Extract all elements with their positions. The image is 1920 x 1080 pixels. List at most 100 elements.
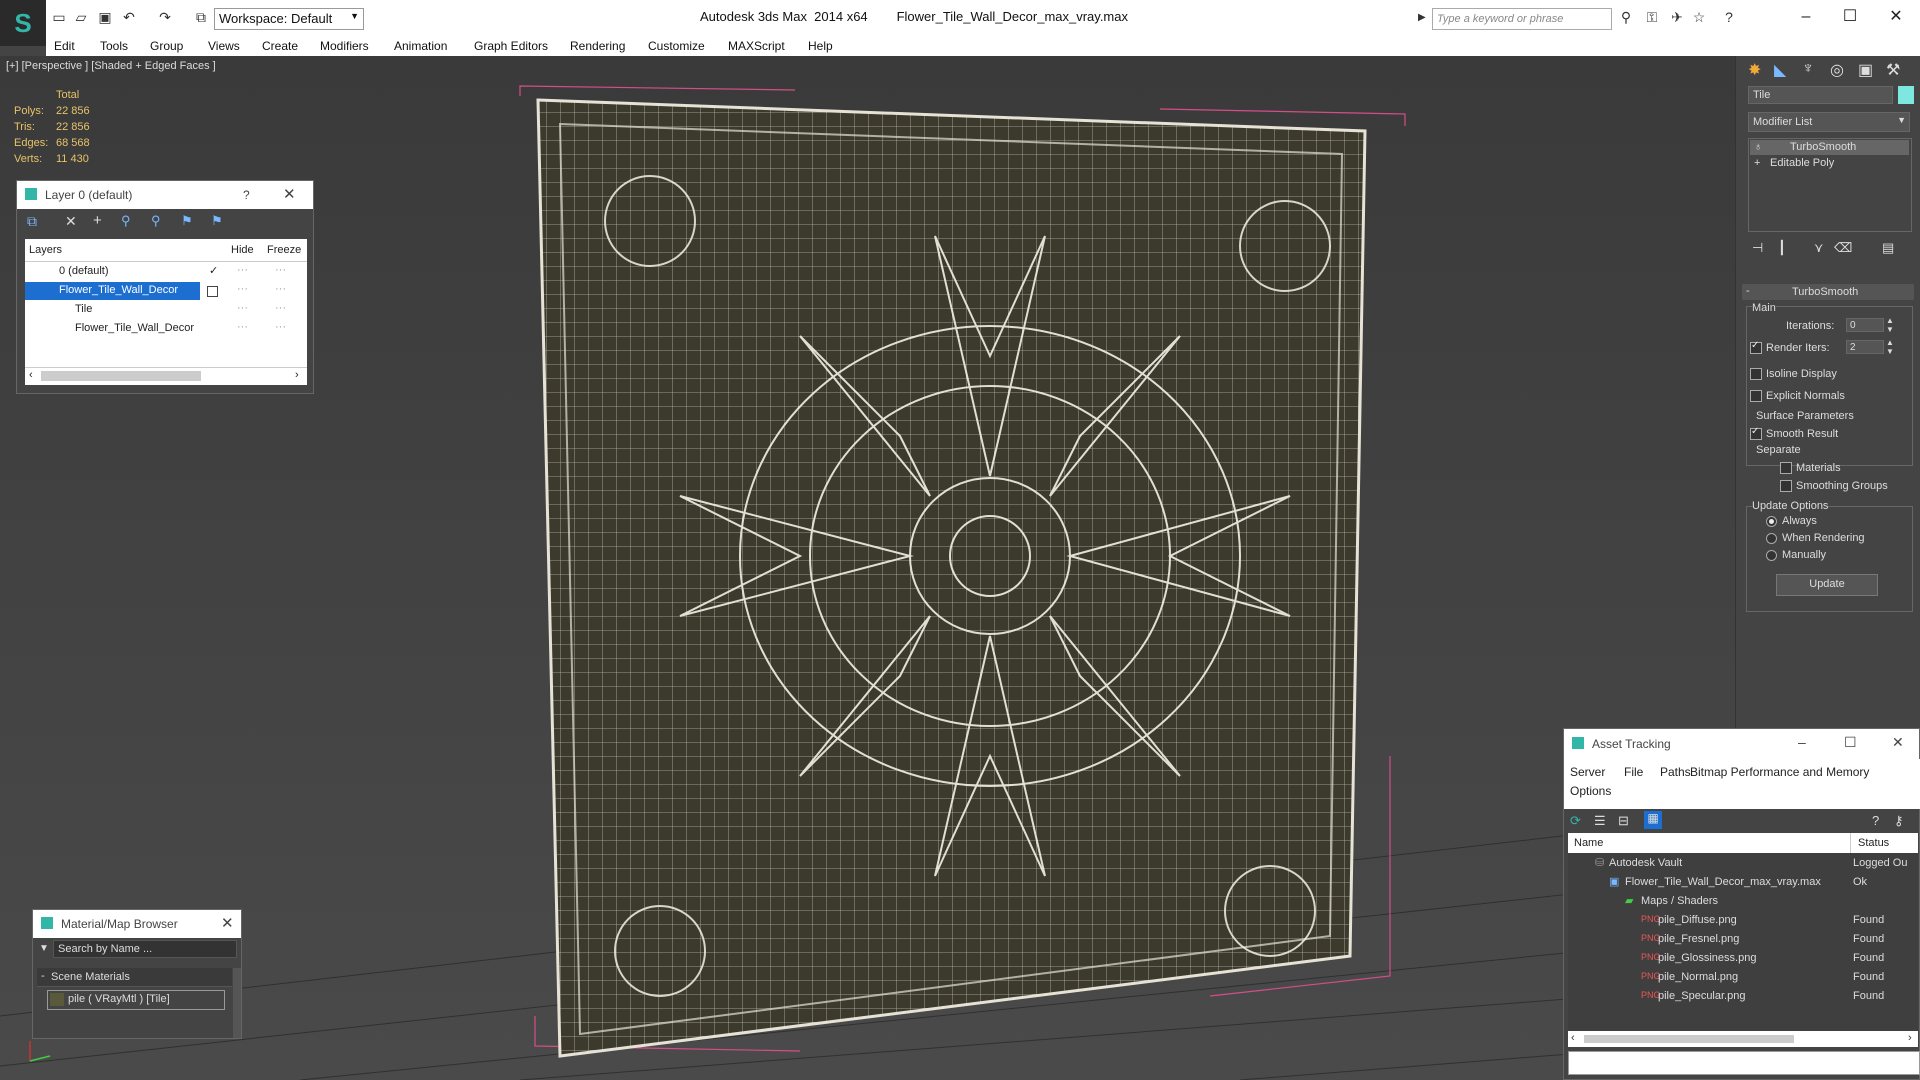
menu-edit[interactable]: Edit [54, 39, 75, 53]
asset-tracking-header[interactable]: Asset Tracking – ☐ ✕ [1564, 729, 1919, 759]
new-file-icon[interactable]: ▭ [50, 9, 68, 25]
menu-help[interactable]: Help [808, 39, 833, 53]
asset-row[interactable]: PNG pile_Fresnel.png Found [1569, 930, 1919, 949]
subscription-icon[interactable]: ⚿ [1643, 9, 1661, 25]
scene-materials-group[interactable]: - Scene Materials [37, 968, 232, 987]
hide-toggle[interactable]: ··· [237, 302, 248, 314]
materials-checkbox[interactable] [1780, 462, 1792, 474]
object-color-swatch[interactable] [1898, 86, 1914, 104]
menu-rendering[interactable]: Rendering [570, 39, 625, 53]
menu-group[interactable]: Group [150, 39, 183, 53]
options-menu-icon[interactable]: ▼ [39, 943, 49, 954]
undo-icon[interactable]: ↶ [120, 9, 138, 25]
help-button[interactable]: ? [243, 188, 250, 202]
asset-row[interactable]: PNG pile_Specular.png Found [1569, 987, 1919, 1006]
communication-icon[interactable]: ✈ [1668, 9, 1686, 25]
help-icon[interactable]: ? [1720, 9, 1738, 25]
freeze-toggle[interactable]: ··· [275, 264, 286, 276]
object-name-input[interactable]: Tile [1748, 86, 1893, 104]
expand-icon[interactable]: + [1754, 157, 1760, 169]
remove-modifier-icon[interactable]: ⌫ [1834, 240, 1852, 256]
scroll-left-icon[interactable]: ‹ [1571, 1032, 1575, 1044]
always-radio[interactable] [1766, 516, 1777, 527]
rollout-header[interactable]: - TurboSmooth [1742, 284, 1914, 300]
add-to-layer-icon[interactable]: + [93, 212, 102, 229]
asset-row[interactable]: PNG pile_Normal.png Found [1569, 968, 1919, 987]
stack-item[interactable]: + Editable Poly [1750, 156, 1909, 171]
menu-customize[interactable]: Customize [648, 39, 705, 53]
column-freeze[interactable]: Freeze [267, 244, 301, 256]
layer-row[interactable]: Flower_Tile_Wall_Decor ··· ··· [25, 282, 307, 300]
show-end-result-icon[interactable]: ┃ [1778, 240, 1786, 256]
layer-row[interactable]: Tile ··· ··· [25, 301, 307, 319]
asset-row[interactable]: PNG pile_Diffuse.png Found [1569, 911, 1919, 930]
highlight-layer-icon[interactable]: ⚲ [151, 213, 161, 229]
menu-create[interactable]: Create [262, 39, 298, 53]
layer-row[interactable]: 0 (default) ✓ ··· ··· [25, 263, 307, 281]
asset-row[interactable]: ▣ Flower_Tile_Wall_Decor_max_vray.max Ok [1569, 873, 1919, 892]
modify-tab-icon[interactable]: ◣ [1774, 60, 1786, 80]
stack-item[interactable]: ♁ TurboSmooth [1750, 140, 1909, 155]
smooth-result-checkbox[interactable] [1750, 426, 1762, 440]
favorites-star-icon[interactable]: ☆ [1690, 9, 1708, 25]
iterations-input[interactable]: 0 [1846, 318, 1884, 332]
isoline-display-checkbox[interactable] [1750, 368, 1762, 380]
menu-animation[interactable]: Animation [394, 39, 447, 53]
menu-modifiers[interactable]: Modifiers [320, 39, 369, 53]
freeze-toggle[interactable]: ··· [275, 302, 286, 314]
horizontal-scrollbar[interactable]: ‹ › [25, 367, 307, 384]
horizontal-scrollbar[interactable]: ‹ › [1568, 1031, 1918, 1047]
utilities-tab-icon[interactable]: ⚒ [1886, 60, 1900, 80]
menu-paths[interactable]: Paths [1660, 765, 1691, 779]
spinner-icon[interactable]: ▲ ▼ [1886, 316, 1894, 334]
hide-toggle[interactable]: ··· [237, 264, 248, 276]
column-hide[interactable]: Hide [231, 244, 254, 256]
save-file-icon[interactable]: ▣ [96, 9, 114, 25]
tree-view-icon[interactable]: ⊟ [1618, 813, 1629, 829]
menu-tools[interactable]: Tools [100, 39, 128, 53]
material-search-input[interactable]: Search by Name ... [53, 940, 237, 958]
redo-icon[interactable]: ↷ [156, 9, 174, 25]
menu-views[interactable]: Views [208, 39, 240, 53]
make-unique-icon[interactable]: ⋎ [1814, 240, 1824, 256]
vault-icon[interactable]: ⚷ [1894, 813, 1904, 829]
manually-radio[interactable] [1766, 550, 1777, 561]
minimize-button[interactable]: – [1798, 734, 1806, 750]
hide-toggle[interactable]: ··· [237, 283, 248, 295]
explicit-normals-checkbox[interactable] [1750, 390, 1762, 402]
configure-sets-icon[interactable]: ▤ [1882, 240, 1894, 256]
display-tab-icon[interactable]: ▣ [1858, 60, 1873, 80]
scroll-right-icon[interactable]: › [295, 369, 299, 381]
table-view-icon[interactable]: ▦ [1644, 811, 1662, 829]
refresh-icon[interactable]: ⟳ [1570, 813, 1581, 829]
hierarchy-tab-icon[interactable]: ♆ [1802, 60, 1814, 78]
scroll-right-icon[interactable]: › [1908, 1032, 1912, 1044]
column-name[interactable]: Name [1574, 837, 1603, 849]
material-item[interactable]: pile ( VRayMtl ) [Tile] [47, 990, 225, 1010]
open-file-icon[interactable]: ▱ [72, 9, 90, 25]
render-iters-input[interactable]: 2 [1846, 340, 1884, 354]
column-layers[interactable]: Layers [29, 244, 62, 256]
column-status[interactable]: Status [1858, 837, 1889, 849]
search-input[interactable]: Type a keyword or phrase [1432, 8, 1612, 30]
asset-row[interactable]: PNG pile_Glossiness.png Found [1569, 949, 1919, 968]
menu-graph-editors[interactable]: Graph Editors [474, 39, 548, 53]
project-folder-icon[interactable]: ⧉ [192, 9, 210, 25]
collapse-icon[interactable]: - [41, 970, 45, 982]
freeze-all-icon[interactable]: ⚑ [211, 213, 223, 229]
asset-row[interactable]: ▰ Maps / Shaders [1569, 892, 1919, 911]
menu-server[interactable]: Server [1570, 765, 1605, 779]
lightbulb-icon[interactable]: ♁ [1754, 141, 1762, 153]
render-iters-checkbox[interactable] [1750, 340, 1762, 354]
close-icon[interactable]: ✕ [283, 185, 296, 203]
smoothing-groups-checkbox[interactable] [1780, 480, 1792, 492]
scroll-thumb[interactable] [1584, 1035, 1794, 1043]
list-view-icon[interactable]: ☰ [1594, 813, 1606, 829]
menu-bitmap-performance[interactable]: Bitmap Performance and Memory [1690, 765, 1869, 779]
app-menu-button[interactable]: S [0, 0, 46, 46]
current-layer-checkbox[interactable] [207, 286, 218, 297]
menu-maxscript[interactable]: MAXScript [728, 39, 785, 53]
modifier-list-dropdown[interactable]: Modifier List ▼ [1748, 112, 1910, 132]
create-tab-icon[interactable]: ✸ [1748, 60, 1761, 80]
help-icon[interactable]: ? [1872, 813, 1879, 828]
